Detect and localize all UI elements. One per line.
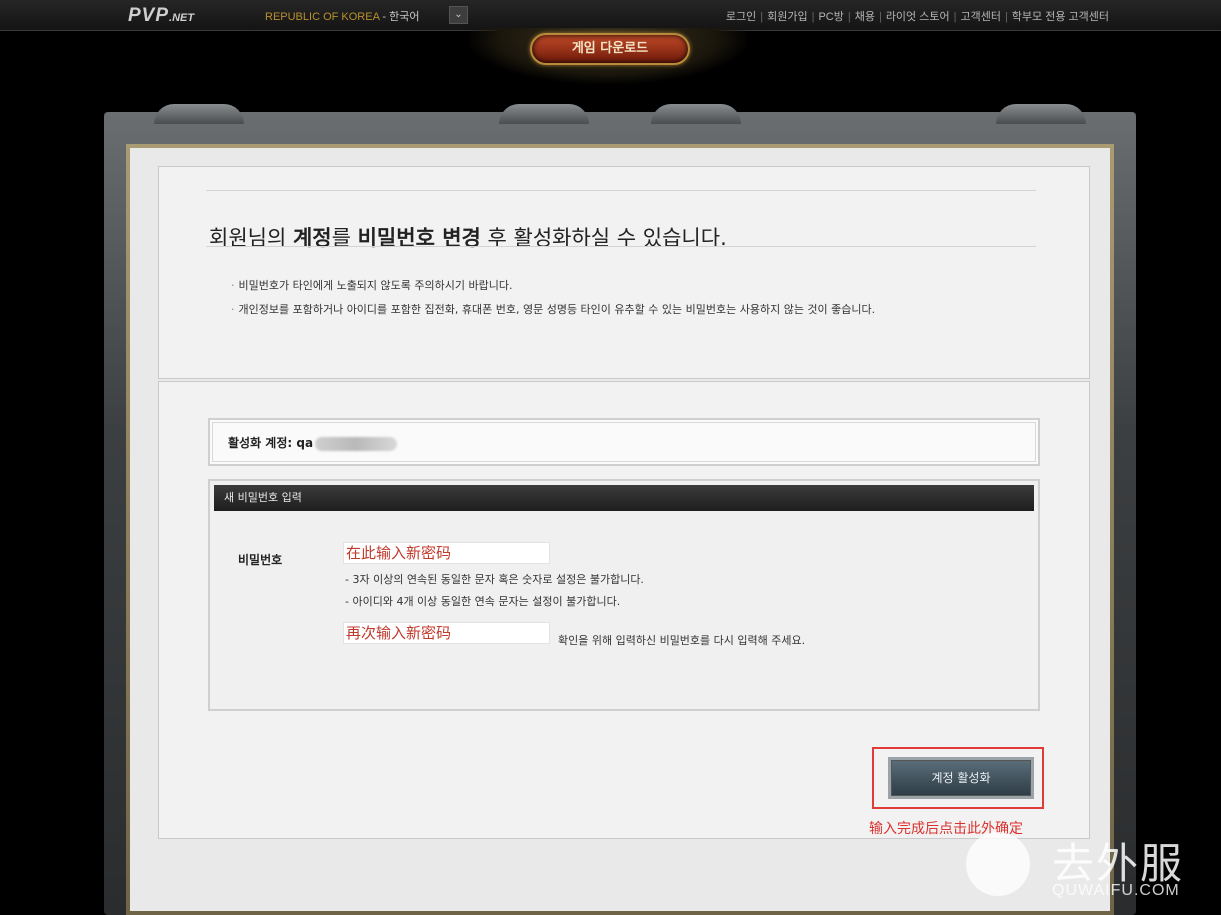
note-item: · 비밀번호가 타인에게 노출되지 않도록 주의하시기 바랍니다. [231, 277, 512, 293]
new-password-field[interactable] [343, 542, 550, 564]
main-frame: 회원님의 계정를 비밀번호 변경 후 활성화하실 수 있습니다. · 비밀번호가 … [104, 104, 1136, 915]
bullet: · [231, 303, 235, 316]
frame-inner: 회원님의 계정를 비밀번호 변경 후 활성화하실 수 있습니다. · 비밀번호가 … [126, 144, 1114, 915]
region-selector: REPUBLIC OF KOREA - 한국어 [265, 8, 419, 24]
frame-ornament [154, 104, 244, 124]
page-title: 회원님의 계정를 비밀번호 변경 후 활성화하실 수 있습니다. [209, 222, 727, 252]
account-box: 활성화 계정: qa [208, 418, 1040, 466]
content-panel: 회원님의 계정를 비밀번호 변경 후 활성화하실 수 있습니다. · 비밀번호가 … [130, 148, 1110, 911]
nav-pc-bang[interactable]: PC방 [818, 11, 843, 23]
account-label: 활성화 계정: [228, 436, 293, 450]
password-label: 비밀번호 [238, 553, 283, 567]
top-bar: PVP.NET REPUBLIC OF KOREA - 한국어 ⌄ 로그인 | 회원… [0, 0, 1221, 31]
nav-divider: | [847, 11, 851, 23]
activate-account-button[interactable]: 계정 활성화 [888, 757, 1034, 799]
nav-careers[interactable]: 채용 [855, 11, 875, 23]
nav-login[interactable]: 로그인 [726, 11, 756, 23]
game-download-button[interactable]: 게임 다운로드 [530, 33, 690, 65]
nav-signup[interactable]: 회원가입 [767, 11, 807, 23]
account-row: 활성화 계정: qa [228, 434, 398, 451]
note-item: · 개인정보를 포함하거나 아이디를 포함한 집전화, 휴대폰 번호, 영문 성명… [231, 301, 875, 317]
note-text: 개인정보를 포함하거나 아이디를 포함한 집전화, 휴대폰 번호, 영문 성명등… [238, 303, 876, 316]
language-label: 한국어 [389, 11, 420, 23]
watermark-logo-icon [966, 832, 1030, 896]
top-nav: 로그인 | 회원가입 | PC방 | 채용 | 라이엇 스토어 | 고객센터 | 학부모 전용 고객센터 [726, 8, 1109, 24]
bullet: · [231, 279, 235, 292]
watermark: 去外服 QUWAIFU.COM [966, 830, 1206, 910]
confirm-password-field[interactable] [343, 622, 550, 644]
logo-suffix: .NET [169, 12, 195, 24]
frame-ornament [499, 104, 589, 124]
nav-parent-support[interactable]: 학부모 전용 고객센터 [1012, 11, 1109, 23]
region-name: REPUBLIC OF KOREA [265, 11, 380, 23]
logo-text: PVP [128, 5, 170, 26]
info-card: 회원님의 계정를 비밀번호 변경 후 활성화하실 수 있습니다. · 비밀번호가 … [158, 166, 1090, 379]
password-rule: - 3자 이상의 연속된 동일한 문자 혹은 숫자로 설정은 불가합니다. [345, 573, 644, 586]
note-text: 비밀번호가 타인에게 노출되지 않도록 주의하시기 바랍니다. [238, 279, 513, 292]
confirm-hint: 확인을 위해 입력하신 비밀번호를 다시 입력해 주세요. [558, 634, 806, 647]
chevron-down-icon[interactable]: ⌄ [449, 6, 468, 24]
frame-ornament [996, 104, 1086, 124]
password-rule: - 아이디와 4개 이상 동일한 연속 문자는 설정이 불가합니다. [345, 595, 621, 608]
nav-divider: | [760, 11, 764, 23]
nav-divider: | [878, 11, 882, 23]
password-box: 새 비밀번호 입력 비밀번호 - 3자 이상의 연속된 동일한 문자 혹은 숫자… [208, 479, 1040, 711]
nav-support[interactable]: 고객센터 [960, 11, 1000, 23]
divider [206, 246, 1036, 247]
pvp-net-logo[interactable]: PVP.NET [128, 5, 194, 27]
nav-divider: | [1004, 11, 1008, 23]
password-section-header: 새 비밀번호 입력 [214, 485, 1034, 511]
watermark-url: QUWAIFU.COM [1052, 882, 1180, 899]
redacted-blur [315, 436, 398, 451]
nav-divider: | [953, 11, 957, 23]
form-card: 활성화 계정: qa 새 비밀번호 입력 비밀번호 - 3자 이상의 연속된 동… [158, 381, 1090, 839]
region-separator: - [379, 11, 390, 23]
frame-ornament [651, 104, 741, 124]
nav-divider: | [811, 11, 815, 23]
divider [206, 190, 1036, 191]
account-value: qa [296, 436, 314, 450]
nav-riot-store[interactable]: 라이엇 스토어 [886, 11, 950, 23]
